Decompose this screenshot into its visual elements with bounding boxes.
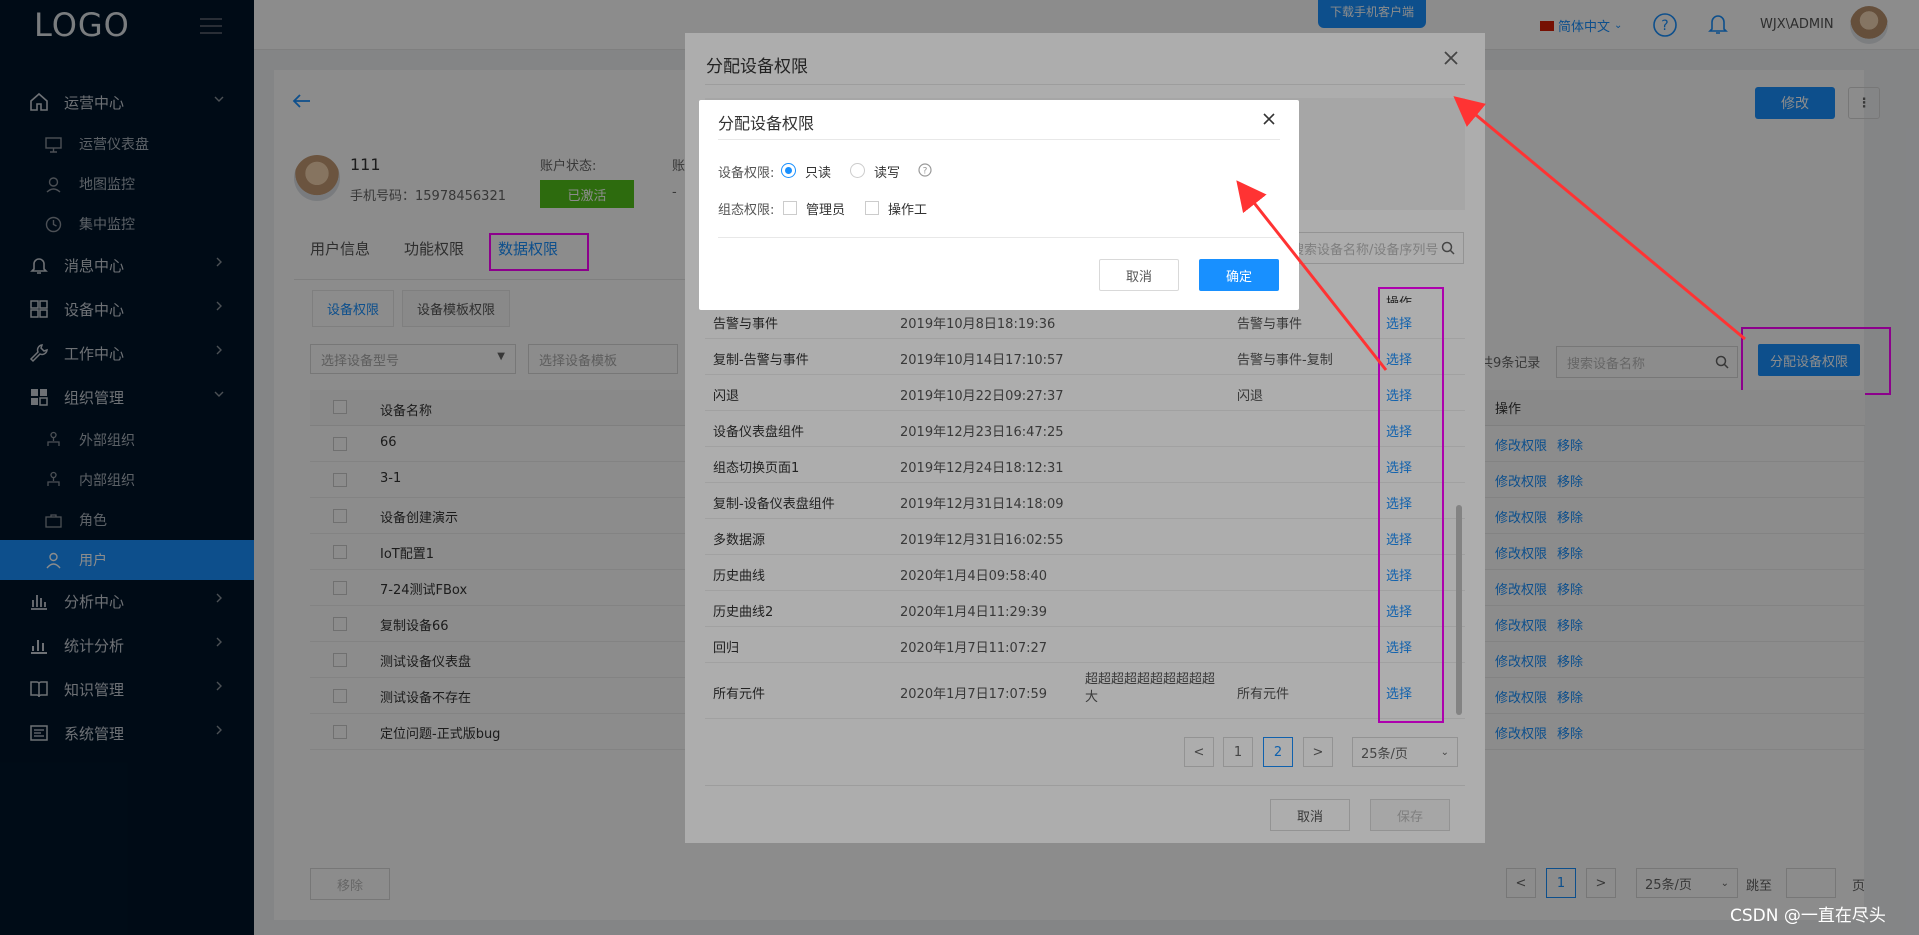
scada-permission-label: 组态权限:	[718, 203, 775, 218]
readonly-radio-label[interactable]: 只读	[805, 162, 831, 181]
admin-checkbox[interactable]	[783, 201, 797, 215]
device-permission-label: 设备权限:	[718, 166, 775, 181]
dialog-divider	[718, 237, 1280, 238]
readonly-radio[interactable]	[781, 163, 796, 178]
svg-text:?: ?	[923, 167, 928, 177]
admin-checkbox-label[interactable]: 管理员	[806, 199, 845, 218]
readwrite-radio[interactable]	[850, 163, 865, 178]
dialog-divider	[718, 139, 1280, 140]
close-icon[interactable]	[1262, 112, 1276, 126]
operator-checkbox[interactable]	[865, 201, 879, 215]
watermark-text: CSDN @一直在尽头	[1730, 906, 1886, 926]
dialog-title: 分配设备权限	[718, 114, 815, 133]
readwrite-radio-label[interactable]: 读写	[874, 162, 900, 181]
help-icon[interactable]: ?	[918, 163, 932, 177]
confirm-button[interactable]: 确定	[1199, 259, 1279, 291]
cancel-button[interactable]: 取消	[1099, 259, 1179, 291]
operator-checkbox-label[interactable]: 操作工	[888, 199, 927, 218]
